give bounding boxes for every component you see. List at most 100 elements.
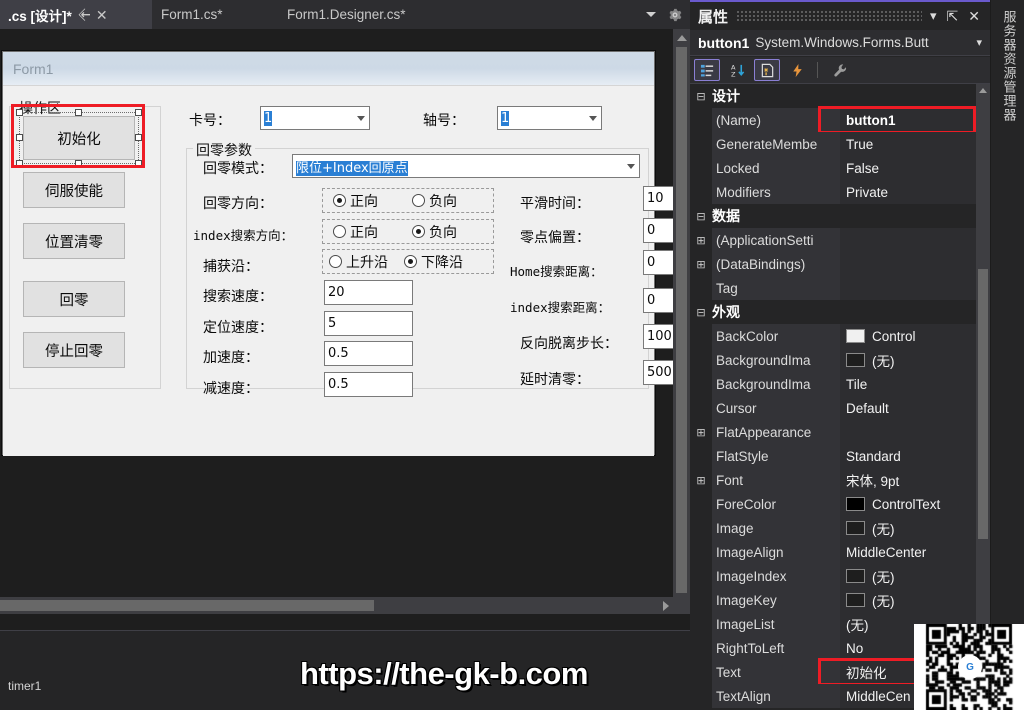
collapse-icon[interactable]: ⊟ <box>690 90 712 103</box>
form-canvas[interactable]: 操作区 初始化 伺服使能 位置清零 回零 停止回零 卡号： 1 轴号： 1 回零… <box>3 86 693 456</box>
chevron-down-icon[interactable]: ▾ <box>930 8 937 24</box>
property-row[interactable]: ⊞ (ApplicationSetti <box>690 228 990 252</box>
drag-handle-dots[interactable] <box>736 11 922 21</box>
tab-form1-design[interactable]: .cs [设计]* ⇱ ✕ <box>0 0 152 29</box>
position-speed-input[interactable]: 5 <box>324 311 413 336</box>
property-value[interactable]: MiddleCenter <box>840 540 990 564</box>
button-home[interactable]: 回零 <box>23 281 125 317</box>
property-value[interactable]: 宋体, 9pt <box>840 468 990 492</box>
property-value[interactable]: Default <box>840 396 990 420</box>
designer-hscroll-thumb[interactable] <box>0 600 374 611</box>
property-value[interactable] <box>840 276 990 300</box>
wrench-icon[interactable] <box>827 59 853 81</box>
property-value[interactable]: Standard <box>840 444 990 468</box>
expand-icon[interactable]: ⊞ <box>690 474 712 487</box>
property-row[interactable]: ImageKey (无) <box>690 588 990 612</box>
properties-vertical-scrollbar[interactable] <box>976 84 990 710</box>
property-row[interactable]: BackgroundIma (无) <box>690 348 990 372</box>
scroll-up-arrow-icon[interactable] <box>979 88 987 93</box>
properties-page-icon[interactable] <box>754 59 780 81</box>
property-row[interactable]: ImageIndex (无) <box>690 564 990 588</box>
property-value[interactable]: (无) <box>840 348 990 372</box>
decel-input[interactable]: 0.5 <box>324 372 413 397</box>
property-row[interactable]: BackgroundIma Tile <box>690 372 990 396</box>
radio-index-dir-positive[interactable]: 正向 <box>333 222 378 242</box>
designer-vertical-scrollbar[interactable] <box>673 29 690 614</box>
events-lightning-icon[interactable] <box>784 59 810 81</box>
radio-edge-falling[interactable]: 下降沿 <box>404 252 463 272</box>
resize-grip-se[interactable] <box>135 160 142 167</box>
property-row[interactable]: (Name) button1 <box>690 106 990 134</box>
property-value[interactable]: False <box>840 156 990 180</box>
property-row[interactable]: GenerateMembe True <box>690 132 990 156</box>
property-row[interactable]: Modifiers Private <box>690 180 990 204</box>
categorized-icon[interactable] <box>694 59 720 81</box>
property-row[interactable]: ⊞ FlatAppearance <box>690 420 990 444</box>
pin-icon[interactable]: ⇱ <box>76 6 93 23</box>
resize-grip-s[interactable] <box>75 160 82 167</box>
property-row[interactable]: Tag <box>690 276 990 300</box>
property-row[interactable]: ⊞ Font 宋体, 9pt <box>690 468 990 492</box>
button-position-clear[interactable]: 位置清零 <box>23 223 125 259</box>
property-value[interactable]: Tile <box>840 372 990 396</box>
radio-edge-rising[interactable]: 上升沿 <box>329 252 388 272</box>
chevron-down-icon[interactable] <box>585 115 601 121</box>
designer-vscroll-thumb[interactable] <box>676 47 687 593</box>
property-row[interactable]: BackColor Control <box>690 324 990 348</box>
radio-home-dir-positive[interactable]: 正向 <box>333 191 378 211</box>
designer-horizontal-scrollbar[interactable] <box>0 597 690 614</box>
property-value[interactable]: (无) <box>840 516 990 540</box>
properties-list[interactable]: ⊟ 设计 (Name) button1 GenerateMembe True Locked F… <box>690 84 990 710</box>
property-value[interactable]: (无) <box>840 588 990 612</box>
chevron-down-icon[interactable] <box>353 115 369 121</box>
resize-grip-n[interactable] <box>75 109 82 116</box>
resize-grip-nw[interactable] <box>16 109 23 116</box>
tab-form1-designer-cs[interactable]: Form1.Designer.cs* <box>273 0 479 29</box>
search-speed-input[interactable]: 20 <box>324 280 413 305</box>
radio-index-dir-negative[interactable]: 负向 <box>412 222 457 242</box>
property-category-row[interactable]: ⊟ 数据 <box>690 204 990 228</box>
property-value[interactable] <box>840 420 990 444</box>
resize-grip-e[interactable] <box>135 134 142 141</box>
chevron-down-icon[interactable]: ▾ <box>976 36 982 49</box>
property-row[interactable]: ImageAlign MiddleCenter <box>690 540 990 564</box>
home-mode-combobox[interactable]: 限位+Index回原点 <box>292 154 640 178</box>
button-stop-home[interactable]: 停止回零 <box>23 332 125 368</box>
resize-grip-ne[interactable] <box>135 109 142 116</box>
expand-icon[interactable]: ⊞ <box>690 426 712 439</box>
property-value[interactable]: ControlText <box>840 492 990 516</box>
docked-tab-server-explorer[interactable]: 服务器资源管理器 <box>995 6 1021 126</box>
property-value[interactable]: Control <box>840 324 990 348</box>
property-row[interactable]: ForeColor ControlText <box>690 492 990 516</box>
property-row[interactable]: ⊞ (DataBindings) <box>690 252 990 276</box>
collapse-icon[interactable]: ⊟ <box>690 306 712 319</box>
gear-icon[interactable] <box>668 8 682 22</box>
accel-input[interactable]: 0.5 <box>324 341 413 366</box>
scroll-up-arrow-icon[interactable] <box>677 35 687 41</box>
tray-item-timer1[interactable]: timer1 <box>8 679 41 693</box>
form-designer-window[interactable]: Form1 操作区 初始化 伺服使能 位置清零 回零 停止回零 卡号： 1 轴号… <box>2 51 693 456</box>
card-combobox[interactable]: 1 <box>260 106 370 130</box>
radio-home-dir-negative[interactable]: 负向 <box>412 191 457 211</box>
close-icon[interactable]: ✕ <box>968 8 980 25</box>
property-category-row[interactable]: ⊟ 外观 <box>690 300 990 324</box>
property-value[interactable]: button1 <box>840 108 990 132</box>
expand-icon[interactable]: ⊞ <box>690 234 712 247</box>
property-value[interactable]: True <box>840 132 990 156</box>
alphabetical-sort-icon[interactable]: A Z <box>724 59 750 81</box>
resize-grip-sw[interactable] <box>16 160 23 167</box>
resize-grip-w[interactable] <box>16 134 23 141</box>
button-servo-enable[interactable]: 伺服使能 <box>23 172 125 208</box>
axis-combobox[interactable]: 1 <box>497 106 602 130</box>
property-value[interactable]: Private <box>840 180 990 204</box>
property-row[interactable]: Image (无) <box>690 516 990 540</box>
property-value[interactable]: (无) <box>840 564 990 588</box>
tab-form1-cs[interactable]: Form1.cs* <box>133 0 273 29</box>
property-value[interactable] <box>840 252 990 276</box>
button-init[interactable]: 初始化 <box>23 116 135 160</box>
chevron-down-icon[interactable] <box>623 163 639 169</box>
selected-object-row[interactable]: button1 System.Windows.Forms.Butt ▾ <box>690 30 990 56</box>
property-category-row[interactable]: ⊟ 设计 <box>690 84 990 108</box>
close-icon[interactable]: ✕ <box>96 8 108 22</box>
designer-surface[interactable]: Form1 操作区 初始化 伺服使能 位置清零 回零 停止回零 卡号： 1 轴号… <box>0 29 693 614</box>
